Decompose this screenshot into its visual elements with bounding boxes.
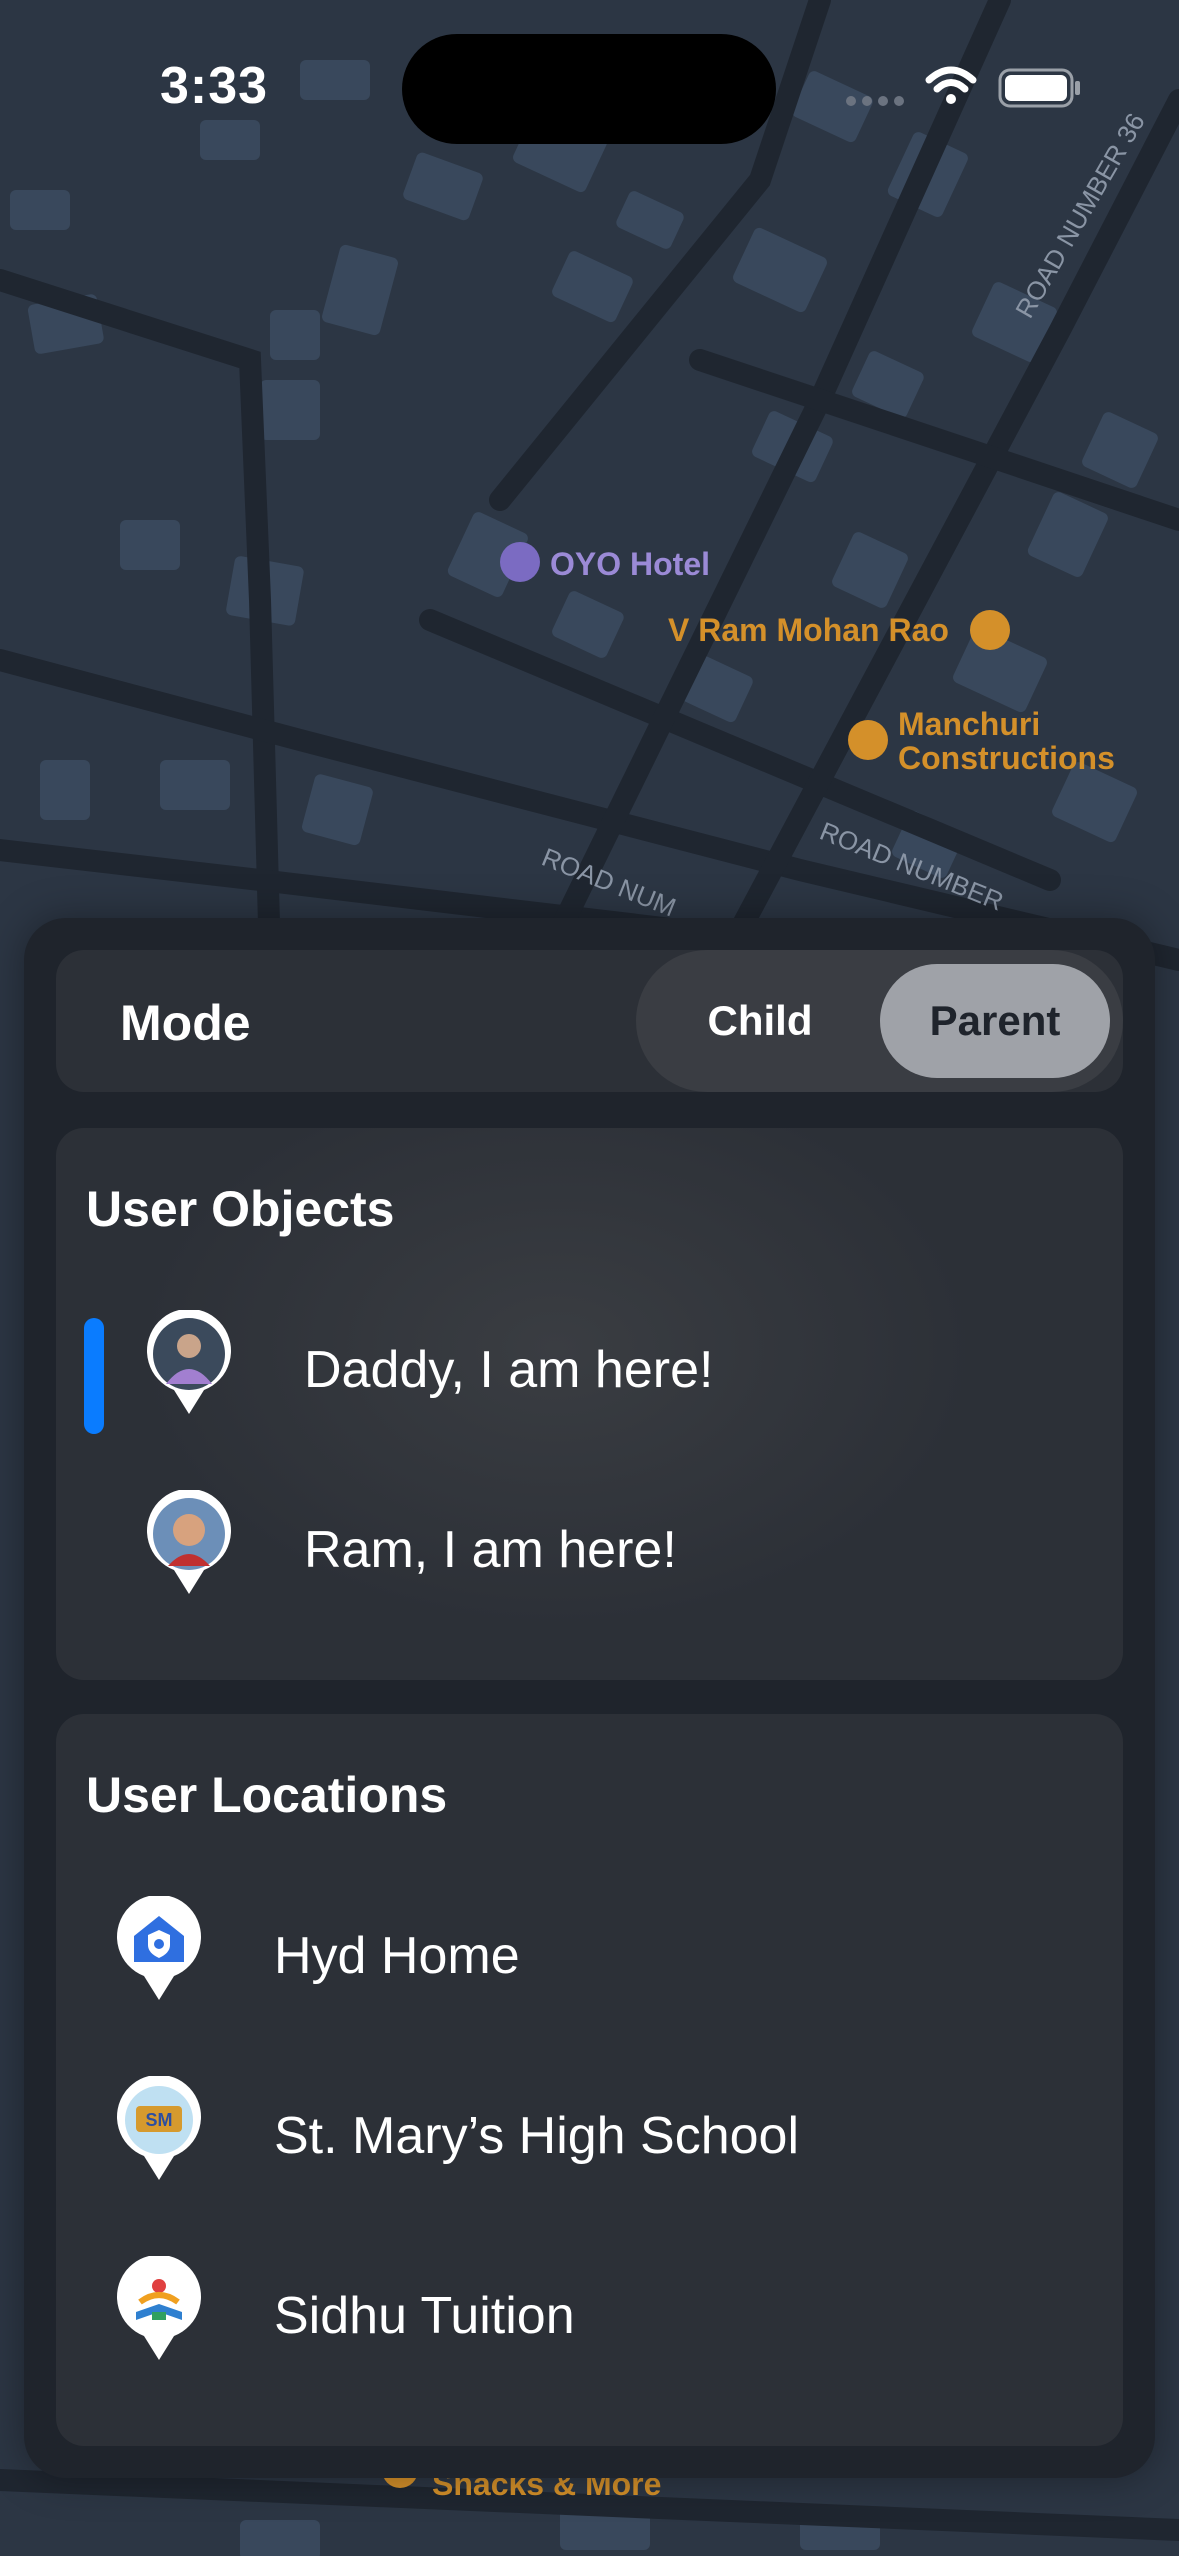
user-locations-title: User Locations: [86, 1767, 448, 1823]
svg-text:SM: SM: [146, 2110, 173, 2130]
mode-segmented-control[interactable]: Child Parent: [636, 950, 1123, 1092]
user-location-label: Sidhu Tuition: [274, 2287, 575, 2345]
mode-option-parent[interactable]: Parent: [880, 964, 1110, 1078]
school-logo-icon: SM: [117, 2076, 201, 2180]
mode-option-child[interactable]: Child: [650, 964, 870, 1078]
user-locations-card: User Locations Hyd Home SM St. Mary’s Hi…: [56, 1714, 1123, 2446]
mode-card: Mode Child Parent: [56, 950, 1123, 1092]
poi-label-constructions: Constructions: [898, 740, 1115, 776]
user-object-label: Daddy, I am here!: [304, 1341, 714, 1399]
avatar-pin-icon: [147, 1310, 231, 1414]
user-location-label: St. Mary’s High School: [274, 2107, 800, 2165]
user-location-row[interactable]: Hyd Home: [56, 1878, 1123, 2018]
mode-label: Mode: [120, 995, 251, 1051]
status-time: 3:33: [160, 57, 269, 115]
user-location-row[interactable]: Sidhu Tuition: [56, 2238, 1123, 2378]
user-objects-card: User Objects Daddy, I am here! Ram, I am…: [56, 1128, 1123, 1680]
user-object-label: Ram, I am here!: [304, 1521, 677, 1579]
user-location-label: Hyd Home: [274, 1927, 520, 1985]
poi-label-ram-mohan: V Ram Mohan Rao: [668, 612, 949, 648]
wifi-icon: [925, 66, 977, 104]
bottom-sheet: Mode Child Parent User Objects Daddy, I …: [24, 918, 1155, 2478]
avatar-pin-icon: [147, 1490, 231, 1594]
home-shield-icon: [117, 1896, 201, 2000]
selected-indicator: [84, 1318, 104, 1434]
user-location-row[interactable]: SM St. Mary’s High School: [56, 2058, 1123, 2198]
tuition-logo-icon: [117, 2256, 201, 2360]
battery-icon: [998, 68, 1080, 108]
dynamic-island: [402, 34, 776, 144]
status-bar: 3:33: [0, 0, 1179, 150]
user-object-row[interactable]: Ram, I am here!: [56, 1472, 1123, 1612]
poi-label-manchuri: Manchuri: [898, 706, 1040, 742]
cellular-signal-icon: [846, 96, 904, 106]
user-objects-title: User Objects: [86, 1181, 395, 1237]
poi-label-oyo: OYO Hotel: [550, 546, 710, 582]
user-object-row[interactable]: Daddy, I am here!: [56, 1292, 1123, 1434]
